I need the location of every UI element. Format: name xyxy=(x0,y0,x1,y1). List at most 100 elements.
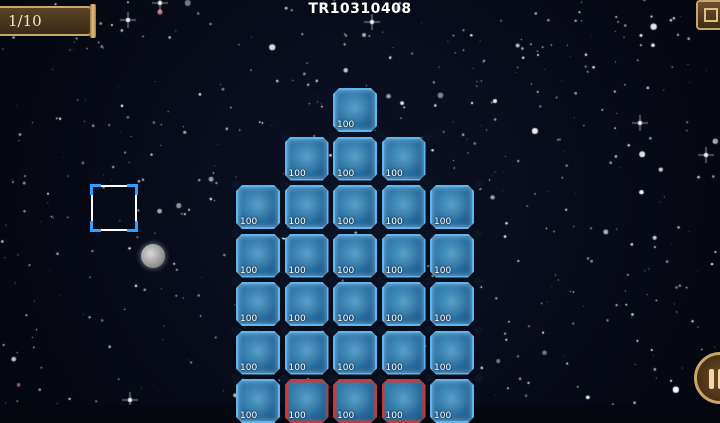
ice-tile[interactable]: 100 xyxy=(430,331,474,375)
tile-value: 100 xyxy=(385,168,403,179)
tile-joint xyxy=(231,374,240,383)
ice-tile[interactable]: 100 xyxy=(430,379,474,423)
tile-value: 100 xyxy=(434,411,452,421)
ice-tile[interactable]: 100 xyxy=(333,234,377,278)
tile-value: 100 xyxy=(288,168,306,179)
ice-tile[interactable]: 100 xyxy=(333,88,377,132)
tile-joint xyxy=(376,277,386,286)
tile-joint xyxy=(376,131,386,141)
tile-value: 100 xyxy=(288,411,306,421)
tile-joint xyxy=(279,228,289,238)
tile-value: 100 xyxy=(240,411,258,421)
tile-joint xyxy=(425,374,434,383)
tile-value: 100 xyxy=(434,314,452,324)
tile-joint xyxy=(231,277,240,286)
tile-value: 100 xyxy=(434,265,452,276)
corner-menu-icon xyxy=(704,8,718,22)
tile-value: 100 xyxy=(337,265,355,276)
tile-joint xyxy=(376,180,386,189)
ice-tile[interactable]: 100 xyxy=(382,331,426,375)
tile-value: 100 xyxy=(288,362,306,373)
tile-joint xyxy=(473,228,483,238)
ice-tile[interactable]: 100 xyxy=(236,234,280,278)
pause-icon xyxy=(709,369,714,389)
tile-value: 100 xyxy=(288,314,306,324)
ice-tile[interactable]: 100 xyxy=(285,282,329,326)
tile-joint xyxy=(231,180,240,189)
ice-tile[interactable]: 100 xyxy=(333,137,377,181)
tile-joint xyxy=(328,131,337,141)
tile-joint xyxy=(473,374,483,383)
ice-tile[interactable]: 100 xyxy=(236,379,280,423)
tile-joint xyxy=(376,325,386,335)
tile-joint xyxy=(328,180,337,189)
turn-counter-text: 1/10 xyxy=(8,12,42,30)
ice-tile[interactable]: 100 xyxy=(236,185,280,229)
tile-value: 100 xyxy=(434,362,452,373)
tile-joint xyxy=(279,131,289,141)
blocked-tile[interactable]: 100 xyxy=(382,379,426,423)
ice-tile[interactable]: 100 xyxy=(430,185,474,229)
ice-tile[interactable]: 100 xyxy=(333,331,377,375)
tile-joint xyxy=(231,228,240,238)
tile-joint xyxy=(279,325,289,335)
tile-joint xyxy=(425,180,434,189)
tile-joint xyxy=(473,325,483,335)
orb[interactable] xyxy=(141,244,165,268)
ice-tile[interactable]: 100 xyxy=(236,331,280,375)
tile-value: 100 xyxy=(337,411,355,421)
blocked-tile[interactable]: 100 xyxy=(333,379,377,423)
ice-tile[interactable]: 100 xyxy=(285,331,329,375)
tile-joint xyxy=(425,277,434,286)
tile-value: 100 xyxy=(434,217,452,227)
tile-value: 100 xyxy=(385,314,403,324)
blocked-tile[interactable]: 100 xyxy=(285,379,329,423)
tile-joint xyxy=(231,325,240,335)
tile-joint xyxy=(328,228,337,238)
tile-value: 100 xyxy=(240,314,258,324)
tile-joint xyxy=(376,228,386,238)
tile-value: 100 xyxy=(337,314,355,324)
tile-value: 100 xyxy=(337,217,355,227)
ice-tile[interactable]: 100 xyxy=(285,234,329,278)
tile-value: 100 xyxy=(288,265,306,276)
ice-tile[interactable]: 100 xyxy=(285,137,329,181)
tile-joint xyxy=(279,180,289,189)
corner-menu-button[interactable] xyxy=(696,0,720,30)
tile-value: 100 xyxy=(385,265,403,276)
ice-tile[interactable]: 100 xyxy=(333,282,377,326)
tile-joint xyxy=(328,325,337,335)
tile-value: 100 xyxy=(385,411,403,421)
stage-id-label: TR10310408 xyxy=(308,1,412,17)
ice-tile[interactable]: 100 xyxy=(430,234,474,278)
tile-value: 100 xyxy=(240,217,258,227)
tile-value: 100 xyxy=(337,362,355,373)
tile-value: 100 xyxy=(240,265,258,276)
tile-joint xyxy=(328,277,337,286)
ice-tile[interactable]: 100 xyxy=(382,185,426,229)
ice-tile[interactable]: 100 xyxy=(236,282,280,326)
tile-joint xyxy=(425,325,434,335)
ice-tile[interactable]: 100 xyxy=(382,137,426,181)
tile-joint xyxy=(425,131,434,141)
turn-counter: 1/10 xyxy=(0,4,96,38)
tile-value: 100 xyxy=(337,120,355,130)
tile-value: 100 xyxy=(385,362,403,373)
tile-joint xyxy=(376,374,386,383)
tile-value: 100 xyxy=(337,168,355,179)
tile-value: 100 xyxy=(288,217,306,227)
selection-cursor[interactable] xyxy=(90,184,138,232)
ice-tile[interactable]: 100 xyxy=(430,282,474,326)
tile-joint xyxy=(279,374,289,383)
tile-joint xyxy=(473,277,483,286)
ice-tile[interactable]: 100 xyxy=(382,234,426,278)
tile-joint xyxy=(425,228,434,238)
tile-joint xyxy=(279,277,289,286)
ice-tile[interactable]: 100 xyxy=(333,185,377,229)
tile-joint xyxy=(328,374,337,383)
tile-value: 100 xyxy=(240,362,258,373)
tile-joint xyxy=(473,180,483,189)
ice-tile[interactable]: 100 xyxy=(382,282,426,326)
tile-value: 100 xyxy=(385,217,403,227)
ice-tile[interactable]: 100 xyxy=(285,185,329,229)
